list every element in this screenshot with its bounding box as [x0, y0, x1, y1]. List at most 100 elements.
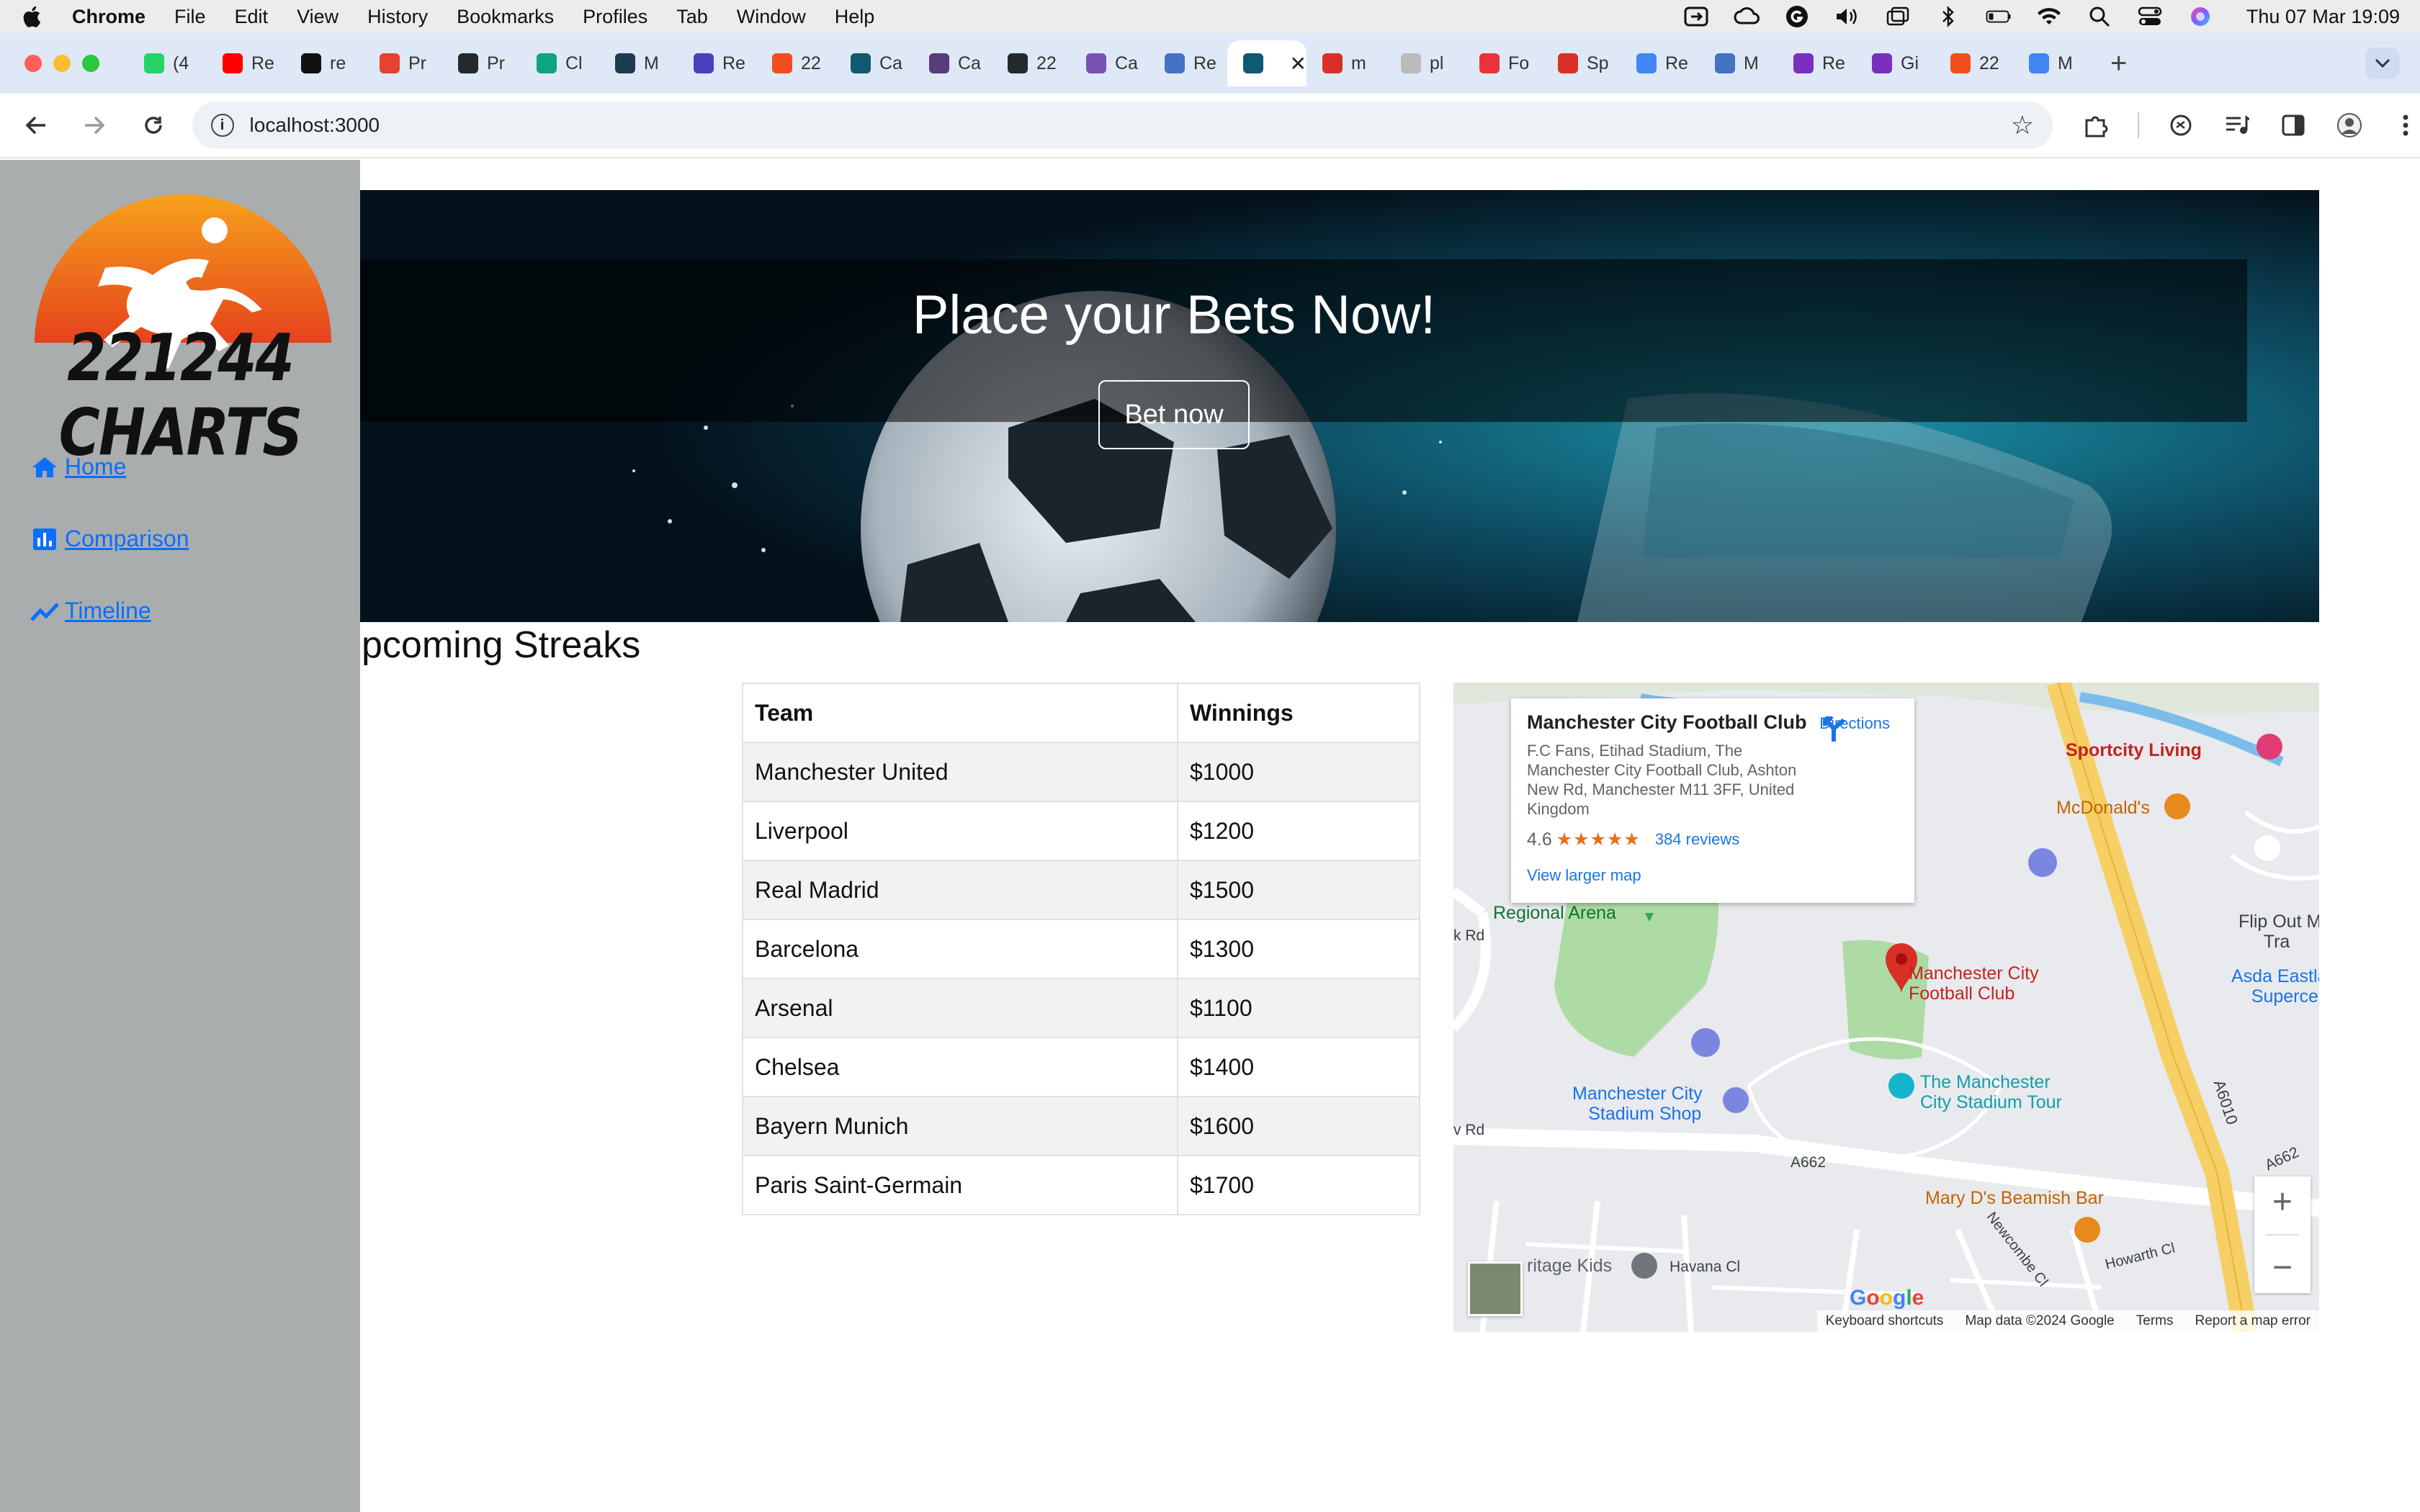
tab-title: Re — [1822, 53, 1845, 73]
bluetooth-icon[interactable] — [1935, 5, 1961, 28]
tab-favicon-icon — [1715, 53, 1735, 73]
view-larger-map-link[interactable]: View larger map — [1527, 866, 1899, 885]
tab-favicon-icon — [1950, 53, 1971, 73]
browser-tab[interactable]: Re — [1621, 40, 1699, 86]
browser-tab[interactable]: Ca — [835, 40, 913, 86]
browser-tab[interactable]: Cl — [521, 40, 599, 86]
site-info-icon[interactable]: i — [210, 114, 234, 137]
minimize-window-button[interactable] — [53, 55, 71, 72]
map-label: Manchester City Football Club — [1909, 963, 2039, 1004]
battery-icon[interactable] — [1986, 6, 2012, 27]
bet-now-button[interactable]: Bet now — [1098, 380, 1250, 449]
table-row: Barcelona $1300 — [742, 919, 1420, 979]
extensions-puzzle-icon[interactable] — [2081, 111, 2110, 140]
browser-tab[interactable]: m — [1307, 40, 1385, 86]
bookmark-star-icon[interactable]: ☆ — [2011, 110, 2034, 140]
zoom-in-button[interactable]: + — [2272, 1182, 2293, 1222]
menu-tab[interactable]: Tab — [676, 6, 708, 28]
wifi-icon[interactable] — [2036, 6, 2062, 27]
browser-tab[interactable]: (4 — [128, 40, 207, 86]
browser-tab[interactable]: Re — [678, 40, 756, 86]
browser-tab[interactable]: Re — [1778, 40, 1856, 86]
menu-history[interactable]: History — [367, 6, 428, 28]
browser-tab[interactable]: Pr — [442, 40, 521, 86]
extension-shield-icon[interactable] — [2166, 111, 2195, 140]
map-label: McDonald's — [2056, 798, 2150, 818]
browser-tab[interactable]: Fo — [1464, 40, 1542, 86]
browser-tab[interactable]: Re — [207, 40, 285, 86]
app-name-menu[interactable]: Chrome — [72, 6, 145, 28]
close-window-button[interactable] — [24, 55, 42, 72]
report-map-error-link[interactable]: Report a map error — [2195, 1313, 2311, 1329]
browser-tab[interactable]: M — [599, 40, 678, 86]
address-bar[interactable]: i localhost:3000 ☆ — [192, 102, 2053, 149]
browser-tab-bar: (4 Re re Pr Pr Cl M Re 22 Ca Ca 22 Ca Re ✕ m pl Fo Sp Re M Re… — [0, 33, 2420, 94]
browser-tab[interactable]: 22 — [756, 40, 835, 86]
browser-tab[interactable]: M — [2013, 40, 2092, 86]
sidebar-item-timeline[interactable]: Timeline — [30, 598, 151, 624]
tab-favicon-icon — [772, 53, 792, 73]
menu-view[interactable]: View — [297, 6, 339, 28]
tab-search-button[interactable] — [2365, 48, 2400, 79]
site-logo[interactable]: 221244 CHARTS — [7, 187, 353, 471]
browser-tab[interactable]: pl — [1385, 40, 1464, 86]
browser-tab[interactable]: M — [1699, 40, 1778, 86]
terms-link[interactable]: Terms — [2136, 1313, 2174, 1329]
menu-bookmarks[interactable]: Bookmarks — [457, 6, 554, 28]
grammarly-icon[interactable] — [1784, 6, 1810, 27]
volume-icon[interactable] — [1834, 6, 1860, 27]
column-header-team[interactable]: Team — [742, 683, 1178, 743]
column-header-winnings[interactable]: Winnings — [1177, 683, 1420, 743]
chrome-menu-icon[interactable] — [2391, 111, 2420, 140]
tab-title: (4 — [173, 53, 189, 73]
menu-edit[interactable]: Edit — [235, 6, 269, 28]
browser-tab[interactable]: Pr — [364, 40, 442, 86]
new-tab-button[interactable]: + — [2110, 48, 2127, 80]
zoom-out-button[interactable]: − — [2272, 1248, 2293, 1287]
close-tab-icon[interactable]: ✕ — [1290, 52, 1307, 76]
menu-help[interactable]: Help — [835, 6, 875, 28]
tab-favicon-icon — [1636, 53, 1657, 73]
control-center-icon[interactable] — [2137, 6, 2163, 27]
side-panel-icon[interactable] — [2279, 111, 2308, 140]
keyboard-shortcuts-link[interactable]: Keyboard shortcuts — [1826, 1313, 1944, 1329]
zoom-window-button[interactable] — [82, 55, 99, 72]
satellite-toggle-thumbnail[interactable] — [1468, 1261, 1523, 1316]
siri-icon[interactable] — [2187, 6, 2213, 27]
back-arrow-icon[interactable] — [22, 111, 50, 140]
browser-tab[interactable]: Gi — [1856, 40, 1935, 86]
embedded-google-map[interactable]: Sportcity Living McDonald's Regional Are… — [1453, 683, 2319, 1332]
screen-share-icon[interactable] — [1683, 6, 1709, 27]
browser-tab[interactable]: 22 — [1935, 40, 2013, 86]
browser-toolbar: i localhost:3000 ☆ — [0, 94, 2420, 158]
browser-tab[interactable]: Ca — [1070, 40, 1149, 86]
menubar-clock[interactable]: Thu 07 Mar 19:09 — [2246, 6, 2400, 28]
browser-tab[interactable]: 22 — [992, 40, 1070, 86]
tab-title: Re — [251, 53, 274, 73]
sidebar-item-home[interactable]: Home — [30, 454, 126, 480]
tab-active[interactable]: ✕ — [1227, 40, 1307, 86]
url-text[interactable]: localhost:3000 — [250, 114, 380, 137]
directions-button[interactable]: Directions — [1819, 714, 1890, 742]
sidebar-item-comparison[interactable]: Comparison — [30, 526, 189, 552]
tab-title: M — [2058, 53, 2073, 73]
apple-icon[interactable] — [20, 4, 42, 29]
menu-window[interactable]: Window — [737, 6, 806, 28]
star-rating-icon: ★★★★★ — [1556, 829, 1641, 850]
media-controls-icon[interactable] — [2223, 111, 2251, 140]
spotlight-search-icon[interactable] — [2087, 6, 2112, 27]
tab-favicon-icon — [1872, 53, 1892, 73]
window-mirror-icon[interactable] — [1885, 6, 1911, 27]
menu-profiles[interactable]: Profiles — [583, 6, 647, 28]
creative-cloud-icon[interactable] — [1734, 6, 1760, 27]
browser-tab[interactable]: re — [285, 40, 364, 86]
forward-arrow-icon[interactable] — [81, 111, 109, 140]
reviews-link[interactable]: 384 reviews — [1655, 830, 1739, 849]
reload-icon[interactable] — [139, 111, 168, 140]
browser-tab[interactable]: Ca — [913, 40, 992, 86]
menu-file[interactable]: File — [174, 6, 206, 28]
profile-avatar-icon[interactable] — [2335, 111, 2364, 140]
browser-tab[interactable]: Sp — [1542, 40, 1621, 86]
browser-tab[interactable]: Re — [1149, 40, 1227, 86]
winnings-cell: $1600 — [1177, 1096, 1420, 1156]
